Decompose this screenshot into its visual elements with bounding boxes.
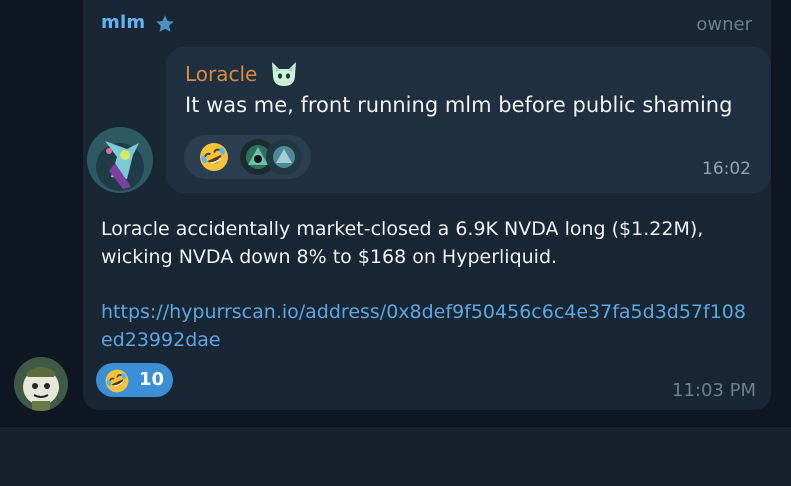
message-text-line: Loracle accidentally market-closed a 6.9…	[101, 218, 704, 240]
reply-text: It was me, front running mlm before publ…	[185, 93, 733, 117]
cat-face-icon	[272, 62, 296, 86]
reaction-count: 10	[139, 369, 165, 390]
message-timestamp: 11:03 PM	[672, 380, 756, 401]
star-icon	[156, 15, 174, 32]
reply-timestamp: 16:02	[702, 159, 751, 179]
message-text-line: wicking NVDA down 8% to $168 on Hyperliq…	[101, 246, 558, 268]
reply-author[interactable]: Loracle	[185, 62, 257, 86]
reactor-avatar[interactable]	[266, 139, 302, 175]
role-label: owner	[696, 14, 752, 35]
rolling-on-floor-laughing-icon	[105, 369, 129, 393]
avatar[interactable]	[87, 127, 153, 193]
composer-area[interactable]	[0, 426, 791, 486]
rolling-on-floor-laughing-icon	[200, 143, 228, 171]
avatar[interactable]	[14, 357, 68, 411]
sender-name[interactable]: mlm	[101, 12, 145, 33]
message-link[interactable]: https://hypurrscan.io/address/0x8def9f50…	[101, 298, 751, 354]
message-text: Loracle accidentally market-closed a 6.9…	[101, 215, 756, 271]
